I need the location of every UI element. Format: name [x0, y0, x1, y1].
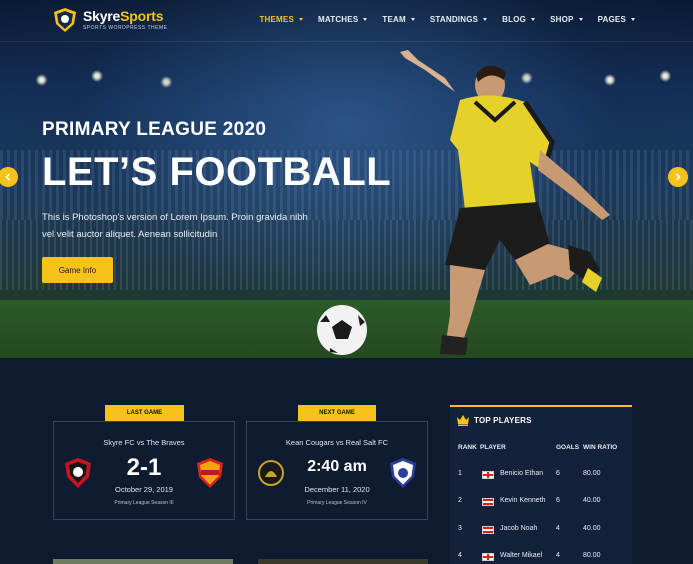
player-rank: 1: [458, 470, 462, 477]
player-rank: 4: [458, 552, 462, 559]
player-win-ratio: 40.00: [583, 497, 601, 504]
player-name: Kevin Kenneth: [500, 497, 546, 504]
menu-item-themes[interactable]: THEMES: [259, 15, 303, 24]
player-goals: 4: [556, 525, 560, 532]
player-goals: 6: [556, 470, 560, 477]
column-header-player: PLAYER: [480, 444, 506, 451]
brand-name: SkyreSports: [83, 8, 164, 24]
match-title: Skyre FC vs The Braves: [103, 438, 185, 447]
player-goals: 6: [556, 497, 560, 504]
austria-flag-icon: [482, 526, 494, 534]
game-info-button[interactable]: Game Info: [42, 257, 113, 283]
brand-tagline: SPORTS WORDPRESS THEME: [83, 25, 168, 31]
menu-item-shop[interactable]: SHOP: [550, 15, 583, 24]
match-date: December 11, 2020: [304, 485, 370, 494]
austria-flag-icon: [482, 498, 494, 506]
chevron-down-icon: [578, 18, 583, 21]
brand-logo[interactable]: SkyreSports SPORTS WORDPRESS THEME: [53, 7, 167, 33]
player-rank: 2: [458, 497, 462, 504]
column-header-goals: GOALS: [556, 444, 580, 451]
menu-item-team[interactable]: TEAM: [382, 15, 415, 24]
slider-next-button[interactable]: [668, 167, 688, 187]
chevron-down-icon: [631, 18, 635, 21]
menu-item-pages[interactable]: PAGES: [598, 15, 635, 24]
england-flag-icon: [482, 553, 494, 561]
table-row[interactable]: 2 Kevin Kenneth 6 40.00: [450, 495, 632, 509]
last-game-tag: LAST GAME: [105, 405, 184, 421]
chevron-down-icon: [363, 18, 368, 21]
table-header: RANK PLAYER GOALS WIN RATIO: [450, 444, 632, 454]
chevron-down-icon: [299, 18, 303, 21]
table-row[interactable]: 1 Benicio Ethan 6 80.00: [450, 468, 632, 482]
next-game-tag: NEXT GAME: [298, 405, 376, 421]
player-name: Benicio Ethan: [500, 470, 544, 477]
hero-description: This is Photoshop's version of Lorem Ips…: [42, 212, 308, 240]
england-flag-icon: [482, 471, 494, 479]
menu-item-matches[interactable]: MATCHES: [318, 15, 368, 24]
menu-item-standings[interactable]: STANDINGS: [430, 15, 488, 24]
shield-logo-icon: [54, 8, 76, 32]
player-name: Jacob Noah: [500, 525, 538, 532]
match-season: Primary League Season III: [114, 500, 174, 506]
chevron-down-icon: [531, 18, 536, 21]
player-win-ratio: 40.00: [583, 525, 601, 532]
chevron-down-icon: [410, 18, 415, 21]
table-row[interactable]: 3 Jacob Noah 4 40.00: [450, 523, 632, 537]
hero-subtitle: PRIMARY LEAGUE 2020: [42, 119, 267, 140]
column-header-rank: RANK: [458, 444, 477, 451]
table-row[interactable]: 4 Walter Mikael 4 80.00: [450, 550, 632, 564]
main-menu: THEMES MATCHES TEAM STANDINGS BLOG SHOP …: [259, 15, 635, 24]
chevron-left-icon: [5, 173, 11, 181]
player-name: Walter Mikael: [500, 552, 543, 559]
top-players-panel: TOP PLAYERS RANK PLAYER GOALS WIN RATIO …: [450, 405, 632, 564]
match-season: Primary League Season IV: [307, 500, 367, 506]
top-navigation: SkyreSports SPORTS WORDPRESS THEME THEME…: [0, 0, 693, 42]
news-thumbnail[interactable]: [258, 559, 428, 564]
player-rank: 3: [458, 525, 462, 532]
player-win-ratio: 80.00: [583, 470, 601, 477]
chevron-down-icon: [483, 18, 488, 21]
match-date: October 29, 2019: [115, 485, 173, 494]
player-win-ratio: 80.00: [583, 552, 601, 559]
player-goals: 4: [556, 552, 560, 559]
chevron-right-icon: [675, 173, 681, 181]
news-thumbnail[interactable]: [53, 559, 233, 564]
menu-item-blog[interactable]: BLOG: [502, 15, 536, 24]
column-header-win-ratio: WIN RATIO: [583, 444, 618, 451]
last-game-card[interactable]: Skyre FC vs The Braves 2-1 October 29, 2…: [53, 421, 235, 520]
top-players-title: TOP PLAYERS: [474, 415, 532, 425]
next-game-card[interactable]: Kean Cougars vs Real Salt FC 2:40 am Dec…: [246, 421, 428, 520]
crown-icon: [457, 415, 469, 426]
match-title: Kean Cougars vs Real Salt FC: [285, 438, 389, 447]
hero-title: LET’S FOOTBALL: [42, 150, 392, 194]
top-players-header: TOP PLAYERS: [450, 407, 632, 433]
